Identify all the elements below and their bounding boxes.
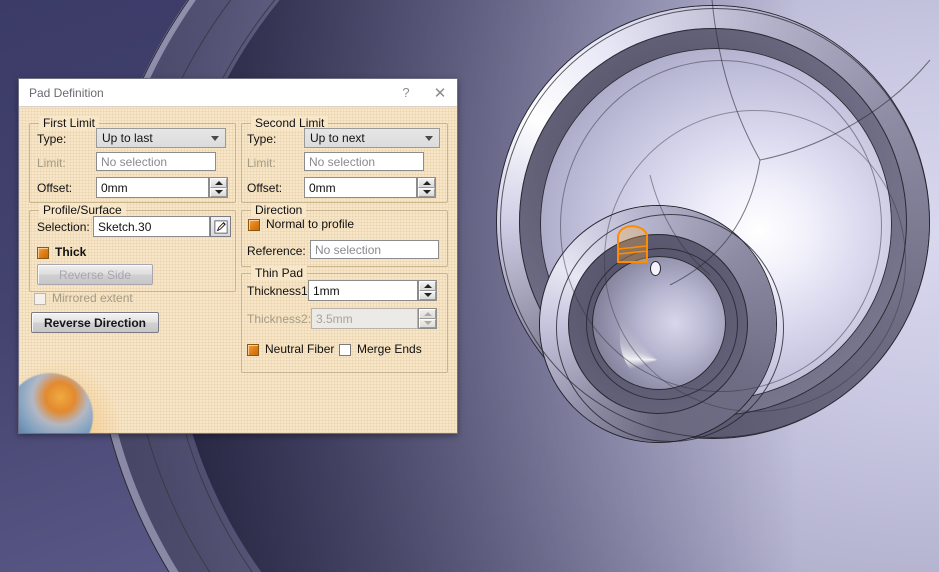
stepper-down-icon[interactable] [419, 318, 436, 328]
thickness2-input[interactable]: 3.5mm [311, 308, 418, 329]
first-limit-type-label: Type: [37, 132, 67, 146]
thickness1-input[interactable]: 1mm [308, 280, 418, 301]
normal-to-profile-label: Normal to profile [266, 217, 355, 231]
reverse-direction-button[interactable]: Reverse Direction [31, 312, 159, 333]
first-limit-type-select[interactable]: Up to last [96, 128, 226, 148]
reverse-side-button[interactable]: Reverse Side [37, 264, 153, 285]
first-limit-limit-value: No selection [101, 154, 168, 169]
mirrored-extent-label: Mirrored extent [52, 291, 133, 305]
thickness2-value: 3.5mm [316, 311, 353, 326]
first-limit-limit-label: Limit: [37, 156, 66, 170]
direction-group-title: Direction [251, 203, 307, 217]
stepper-up-icon[interactable] [419, 281, 436, 291]
thickness1-label: Thickness1 [247, 284, 308, 298]
first-limit-offset-value: 0mm [101, 180, 128, 195]
thick-label: Thick [55, 245, 87, 259]
second-limit-offset-value: 0mm [309, 180, 336, 195]
first-limit-offset-stepper[interactable] [209, 177, 228, 198]
second-limit-type-value: Up to next [310, 131, 365, 145]
profile-selection-label: Selection: [37, 220, 90, 234]
direction-reference-label: Reference: [247, 244, 306, 258]
dialog-body: First Limit Type: Up to last Limit: No s… [19, 106, 457, 433]
dialog-title: Pad Definition [29, 85, 104, 100]
stepper-down-icon[interactable] [210, 187, 227, 197]
second-limit-offset-stepper[interactable] [417, 177, 436, 198]
thin-pad-group-title: Thin Pad [251, 266, 308, 280]
first-limit-group-title: First Limit [39, 116, 99, 130]
second-limit-type-select[interactable]: Up to next [304, 128, 440, 148]
profile-surface-group-title: Profile/Surface [39, 203, 126, 217]
second-limit-limit-label: Limit: [247, 156, 276, 170]
reverse-side-label: Reverse Side [58, 267, 132, 282]
merge-ends-label: Merge Ends [357, 342, 422, 356]
first-limit-limit-input[interactable]: No selection [96, 152, 216, 171]
chevron-down-icon [425, 135, 433, 141]
close-icon[interactable]: ✕ [423, 80, 457, 106]
profile-selection-input[interactable]: Sketch.30 [93, 216, 210, 237]
thickness1-stepper[interactable] [418, 280, 437, 301]
direction-reference-value: No selection [315, 242, 382, 257]
pad-definition-dialog[interactable]: Pad Definition ? ✕ First Limit Type: Up … [18, 78, 458, 434]
thickness2-stepper[interactable] [418, 308, 437, 329]
stepper-up-icon[interactable] [419, 309, 436, 319]
first-limit-offset-input[interactable]: 0mm [96, 177, 209, 198]
merge-ends-checkbox[interactable] [339, 344, 351, 356]
first-limit-type-value: Up to last [102, 131, 153, 145]
stepper-up-icon[interactable] [418, 178, 435, 188]
stepper-up-icon[interactable] [210, 178, 227, 188]
neutral-fiber-label: Neutral Fiber [265, 342, 335, 356]
thick-checkbox[interactable] [37, 247, 49, 259]
neutral-fiber-checkbox[interactable] [247, 344, 259, 356]
second-limit-offset-input[interactable]: 0mm [304, 177, 417, 198]
pencil-icon [213, 219, 228, 234]
thickness1-value: 1mm [313, 283, 340, 298]
second-limit-limit-value: No selection [309, 154, 376, 169]
help-icon[interactable]: ? [389, 80, 423, 106]
profile-selection-pick-button[interactable] [210, 216, 231, 237]
stepper-down-icon[interactable] [418, 187, 435, 197]
second-limit-type-label: Type: [247, 132, 277, 146]
profile-selection-value: Sketch.30 [98, 219, 152, 234]
direction-reference-input[interactable]: No selection [310, 240, 439, 259]
first-limit-offset-label: Offset: [37, 181, 73, 195]
chevron-down-icon [211, 135, 219, 141]
normal-to-profile-checkbox[interactable] [248, 219, 260, 231]
dialog-titlebar[interactable]: Pad Definition ? ✕ [19, 79, 457, 107]
mirrored-extent-checkbox[interactable] [34, 293, 46, 305]
model-seam-lines [649, 0, 931, 286]
stepper-down-icon[interactable] [419, 290, 436, 300]
thickness2-label: Thickness2: [247, 312, 312, 326]
second-limit-limit-input[interactable]: No selection [304, 152, 424, 171]
application-viewport: Pad Definition ? ✕ First Limit Type: Up … [0, 0, 939, 572]
earth-watermark-icon [19, 373, 93, 433]
reverse-direction-label: Reverse Direction [43, 315, 147, 330]
second-limit-offset-label: Offset: [247, 181, 283, 195]
